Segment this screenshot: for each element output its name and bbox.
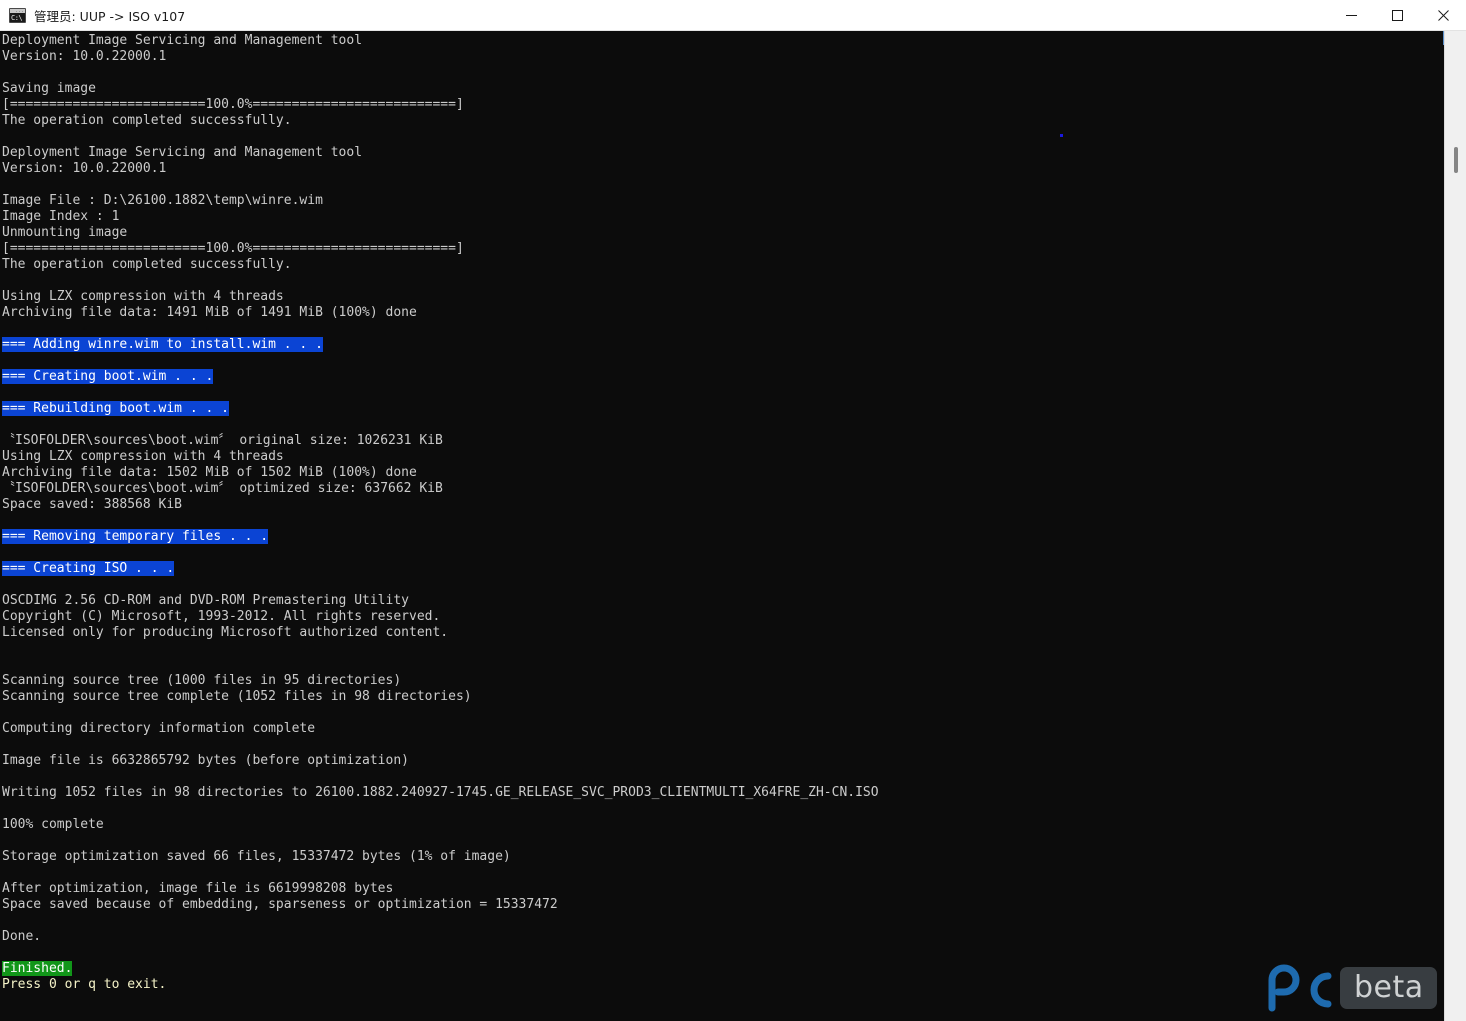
console-line: === Adding winre.wim to install.wim . . …: [2, 337, 879, 353]
console-line: Image File : D:\26100.1882\temp\winre.wi…: [2, 193, 323, 208]
console-line-highlight: === Adding winre.wim to install.wim . . …: [2, 337, 323, 352]
console-output-area[interactable]: Deployment Image Servicing and Managemen…: [0, 31, 1444, 1021]
console-line: Version: 10.0.22000.1: [2, 161, 167, 176]
console-line: Version: 10.0.22000.1: [2, 49, 167, 64]
console-line-highlight: Press 0 or q to exit.: [2, 977, 167, 992]
minimize-icon: [1345, 14, 1357, 16]
console-line-highlight: Finished.: [2, 961, 73, 976]
pcbeta-beta-label: beta: [1354, 970, 1424, 1005]
console-line: Scanning source tree (1000 files in 95 d…: [2, 673, 402, 688]
console-line: 〝ISOFOLDER\sources\boot.wim〞 optimized s…: [2, 481, 443, 496]
minimize-button[interactable]: [1328, 0, 1374, 31]
pcbeta-logo-icon: [1268, 964, 1332, 1012]
cmd-icon-prompt-text: C:\: [11, 13, 23, 22]
console-line: Copyright (C) Microsoft, 1993-2012. All …: [2, 609, 441, 624]
console-line: Archiving file data: 1502 MiB of 1502 Mi…: [2, 465, 417, 480]
maximize-button[interactable]: [1374, 0, 1420, 31]
console-line: === Creating ISO . . .: [2, 561, 879, 577]
console-line: Saving image: [2, 81, 96, 96]
cmd-console-icon: ··· C:\: [9, 7, 26, 23]
console-line: Writing 1052 files in 98 directories to …: [2, 785, 879, 800]
console-line-highlight: === Creating ISO . . .: [2, 561, 175, 576]
vertical-scrollbar[interactable]: [1444, 31, 1466, 1021]
console-line: 100% complete: [2, 817, 104, 832]
console-line: Unmounting image: [2, 225, 128, 240]
console-line: Archiving file data: 1491 MiB of 1491 Mi…: [2, 305, 417, 320]
console-line: Press 0 or q to exit.: [2, 977, 879, 993]
console-line-highlight: === Creating boot.wim . . .: [2, 369, 214, 384]
console-line: 〝ISOFOLDER\sources\boot.wim〞 original si…: [2, 433, 443, 448]
window-title: 管理员: UUP -> ISO v107: [34, 8, 186, 24]
titlebar-title-group: ··· C:\ 管理员: UUP -> ISO v107: [0, 6, 1328, 25]
pcbeta-beta-chip: beta: [1340, 967, 1437, 1009]
scrollbar-thumb[interactable]: [1454, 147, 1458, 173]
console-line: === Removing temporary files . . .: [2, 529, 879, 545]
console-line: Image Index : 1: [2, 209, 120, 224]
stray-pixel-artifact: [1060, 134, 1063, 137]
window-titlebar[interactable]: ··· C:\ 管理员: UUP -> ISO v107: [0, 0, 1466, 31]
console-line: The operation completed successfully.: [2, 113, 292, 128]
console-line-highlight: === Removing temporary files . . .: [2, 529, 269, 544]
console-line: === Rebuilding boot.wim . . .: [2, 401, 879, 417]
console-window: ··· C:\ 管理员: UUP -> ISO v107 Deployment …: [0, 0, 1466, 1021]
console-line: After optimization, image file is 661999…: [2, 881, 394, 896]
console-line: Using LZX compression with 4 threads: [2, 449, 284, 464]
console-line-highlight: === Rebuilding boot.wim . . .: [2, 401, 229, 416]
console-line: [=========================100.0%========…: [2, 97, 464, 112]
close-icon: [1437, 9, 1449, 21]
console-line: OSCDIMG 2.56 CD-ROM and DVD-ROM Premaste…: [2, 593, 409, 608]
console-line: Space saved because of embedding, sparse…: [2, 897, 558, 912]
window-controls: [1328, 0, 1466, 31]
console-line: Deployment Image Servicing and Managemen…: [2, 33, 363, 48]
console-line: Deployment Image Servicing and Managemen…: [2, 145, 363, 160]
console-line: Done.: [2, 929, 42, 944]
console-line: Storage optimization saved 66 files, 153…: [2, 849, 511, 864]
maximize-icon: [1391, 9, 1403, 21]
console-line: Image file is 6632865792 bytes (before o…: [2, 753, 409, 768]
console-text-buffer: Deployment Image Servicing and Managemen…: [2, 33, 879, 993]
console-line: Computing directory information complete: [2, 721, 316, 736]
console-line: Scanning source tree complete (1052 file…: [2, 689, 472, 704]
console-line: Finished.: [2, 961, 879, 977]
console-line: Space saved: 388568 KiB: [2, 497, 183, 512]
close-button[interactable]: [1420, 0, 1466, 31]
pcbeta-watermark: beta: [1262, 962, 1437, 1014]
console-line: The operation completed successfully.: [2, 257, 292, 272]
console-line: === Creating boot.wim . . .: [2, 369, 879, 385]
console-line: Using LZX compression with 4 threads: [2, 289, 284, 304]
console-line: [=========================100.0%========…: [2, 241, 464, 256]
console-line: Licensed only for producing Microsoft au…: [2, 625, 449, 640]
